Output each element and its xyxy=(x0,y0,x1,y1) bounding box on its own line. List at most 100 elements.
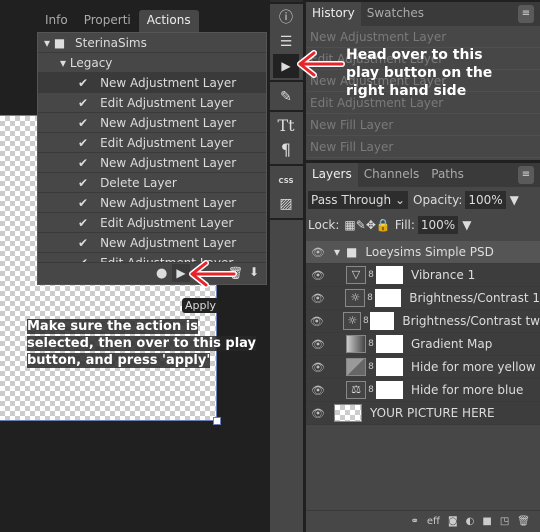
mask-thumbnail xyxy=(376,381,403,399)
mask-thumbnail xyxy=(370,312,395,330)
opacity-dropdown-icon[interactable]: ▼ xyxy=(510,193,519,207)
lock-all-icon[interactable]: 🔒 xyxy=(376,218,391,232)
right-toolbar: ⓘ ☰ ▶ ✎ Tt ¶ CSS ▨ xyxy=(270,0,303,532)
chain-link-icon[interactable]: 8 xyxy=(365,293,375,303)
layer-group[interactable]: 👁 ▾ ■ Loeysims Simple PSD xyxy=(306,241,540,264)
link-icon[interactable]: ⚭ xyxy=(411,516,419,527)
trash-icon[interactable]: 🗑 xyxy=(517,516,530,527)
eye-icon[interactable]: 👁 xyxy=(306,407,330,420)
chain-link-icon[interactable]: 8 xyxy=(366,385,376,395)
adjustment-thumbnail-icon: ☼ xyxy=(345,289,366,307)
tab-history[interactable]: History xyxy=(306,2,361,26)
action-step[interactable]: ✔ New Adjustment Layer xyxy=(38,113,266,133)
action-item[interactable]: ▾ Legacy xyxy=(38,53,266,73)
eye-icon[interactable]: 👁 xyxy=(306,246,330,259)
css-icon[interactable]: CSS xyxy=(273,169,299,193)
tab-actions[interactable]: Actions xyxy=(138,10,199,32)
chain-link-icon[interactable]: 8 xyxy=(366,362,376,372)
lock-paint-icon[interactable]: ✎ xyxy=(356,218,366,232)
mask-icon[interactable]: ◙ xyxy=(448,516,458,527)
chain-link-icon[interactable]: 8 xyxy=(366,270,376,280)
red-arrow-bottom xyxy=(189,260,237,288)
action-step[interactable]: ✔ New Adjustment Layer xyxy=(38,193,266,213)
checkmark-icon: ✔ xyxy=(78,196,89,210)
layer-row[interactable]: 👁 ☼ 8 Brightness/Contrast tw xyxy=(306,310,540,333)
action-step[interactable]: ✔ New Adjustment Layer xyxy=(38,73,266,93)
fill-dropdown-icon[interactable]: ▼ xyxy=(462,218,471,232)
panel-menu-icon[interactable]: ≡ xyxy=(518,5,534,23)
record-icon[interactable]: ● xyxy=(156,266,167,281)
text-icon[interactable]: Tt xyxy=(273,114,299,138)
layer-row[interactable]: 👁 YOUR PICTURE HERE xyxy=(306,402,540,425)
adjustment-thumbnail-icon: ☼ xyxy=(343,312,362,330)
eye-icon[interactable]: 👁 xyxy=(306,338,330,351)
tab-layers[interactable]: Layers xyxy=(306,163,358,187)
adjustment-icon[interactable]: ◐ xyxy=(466,516,475,527)
layer-row[interactable]: 👁 ⚖ 8 Hide for more blue xyxy=(306,379,540,402)
mask-thumbnail xyxy=(376,266,403,284)
folder-icon: ■ xyxy=(53,36,66,50)
layer-thumbnail xyxy=(334,404,362,422)
image-icon[interactable]: ▨ xyxy=(273,192,299,216)
chain-link-icon[interactable]: 8 xyxy=(366,339,376,349)
tab-channels[interactable]: Channels xyxy=(358,163,426,187)
folder-icon[interactable]: ■ xyxy=(482,516,491,527)
toolbar-group: CSS ▨ xyxy=(270,164,303,218)
checkmark-icon: ✔ xyxy=(78,236,89,250)
lock-label: Lock: xyxy=(308,218,340,232)
transform-handle[interactable] xyxy=(213,417,221,425)
eye-icon[interactable]: 👁 xyxy=(306,384,330,397)
history-item[interactable]: New Adjustment Layer xyxy=(306,26,540,48)
layer-row[interactable]: 👁 8 Hide for more yellow xyxy=(306,356,540,379)
tab-properties[interactable]: Properti xyxy=(76,10,139,32)
action-step[interactable]: ✔ New Adjustment Layer xyxy=(38,153,266,173)
history-item[interactable]: New Fill Layer xyxy=(306,114,540,136)
blend-mode-select[interactable]: Pass Through ⌄ xyxy=(308,191,409,209)
effects-icon[interactable]: eff xyxy=(427,516,440,527)
checkmark-icon: ✔ xyxy=(78,116,89,130)
tab-info[interactable]: Info xyxy=(37,10,76,32)
actions-panel: Info Properti Actions ▾ ■ SterinaSims ▾ … xyxy=(37,10,267,285)
annotation-bottom: Make sure the action is selected, then o… xyxy=(27,319,257,368)
download-icon[interactable]: ⬇ xyxy=(249,265,259,279)
eye-icon[interactable]: 👁 xyxy=(306,315,327,328)
brush-preset-icon[interactable]: ✎ xyxy=(273,85,299,109)
checkmark-icon: ✔ xyxy=(78,156,89,170)
checkmark-icon: ✔ xyxy=(78,216,89,230)
action-step[interactable]: ✔ New Adjustment Layer xyxy=(38,233,266,253)
eye-icon[interactable]: 👁 xyxy=(306,292,329,305)
layer-row[interactable]: 👁 8 Gradient Map xyxy=(306,333,540,356)
history-item[interactable]: New Fill Layer xyxy=(306,136,540,158)
eye-icon[interactable]: 👁 xyxy=(306,361,330,374)
action-set[interactable]: ▾ ■ SterinaSims xyxy=(38,33,266,53)
apply-tooltip: Apply xyxy=(182,298,220,313)
fill-input[interactable]: 100% xyxy=(417,216,459,234)
action-step[interactable]: ✔ Edit Adjustment Layer xyxy=(38,213,266,233)
adjustment-thumbnail-icon xyxy=(346,335,366,353)
lock-move-icon[interactable]: ✥ xyxy=(366,218,376,232)
layer-row[interactable]: 👁 ☼ 8 Brightness/Contrast 1 xyxy=(306,287,540,310)
panel-menu-icon[interactable]: ≡ xyxy=(518,166,534,184)
chain-link-icon[interactable]: 8 xyxy=(361,316,370,326)
paragraph-icon[interactable]: ¶ xyxy=(273,138,299,162)
info-icon[interactable]: ⓘ xyxy=(273,6,299,30)
toolbar-group: ✎ xyxy=(270,80,303,110)
annotation-top: Head over to this play button on the rig… xyxy=(346,47,493,99)
lock-transparency-icon[interactable]: ▦ xyxy=(344,218,355,232)
action-step[interactable]: ✔ Edit Adjustment Layer xyxy=(38,93,266,113)
layers-footer: ⚭ eff ◙ ◐ ■ ◳ 🗑 xyxy=(306,510,540,532)
new-layer-icon[interactable]: ◳ xyxy=(500,516,509,527)
action-step[interactable]: ✔ Edit Adjustment Layer xyxy=(38,133,266,153)
eye-icon[interactable]: 👁 xyxy=(306,269,330,282)
toolbar-group: Tt ¶ xyxy=(270,110,303,164)
checkmark-icon: ✔ xyxy=(78,136,89,150)
red-arrow-top xyxy=(297,50,345,78)
folder-icon: ■ xyxy=(346,245,358,259)
tab-swatches[interactable]: Swatches xyxy=(361,2,430,26)
tab-paths[interactable]: Paths xyxy=(425,163,470,187)
layer-row[interactable]: 👁 ▽ 8 Vibrance 1 xyxy=(306,264,540,287)
action-step[interactable]: ✔ Delete Layer xyxy=(38,173,266,193)
caret-down-icon[interactable]: ▾ xyxy=(334,245,340,259)
opacity-input[interactable]: 100% xyxy=(465,191,506,209)
checkmark-icon: ✔ xyxy=(78,76,89,90)
